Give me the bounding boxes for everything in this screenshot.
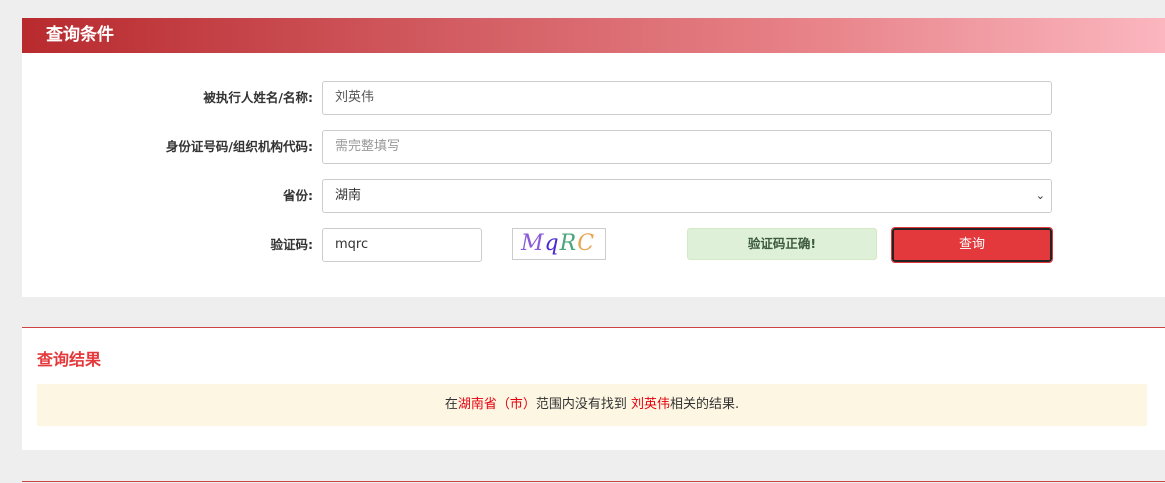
province-value: 湖南 xyxy=(335,188,362,203)
province-label: 省份: xyxy=(283,188,313,203)
search-button[interactable]: 查询 xyxy=(891,227,1053,263)
id-label: 身份证号码/组织机构代码: xyxy=(165,139,313,154)
msg-prefix: 在 xyxy=(444,397,458,412)
query-panel-header: 查询条件 xyxy=(22,18,1165,53)
id-input[interactable]: 需完整填写 xyxy=(322,130,1052,164)
captcha-label: 验证码: xyxy=(270,237,314,252)
captcha-image[interactable]: MqRC xyxy=(512,228,606,260)
result-message: 在湖南省（市）范围内没有找到 刘英伟相关的结果. xyxy=(37,384,1147,426)
province-select[interactable]: 湖南 ⌄ xyxy=(322,179,1052,213)
msg-suffix: 相关的结果. xyxy=(670,397,740,412)
captcha-row: 验证码: mqrc MqRC 验证码正确! 查询 xyxy=(22,227,1165,263)
name-input[interactable]: 刘英伟 xyxy=(322,81,1052,115)
province-row: 省份: 湖南 ⌄ xyxy=(22,179,1165,213)
captcha-input[interactable]: mqrc xyxy=(322,228,482,262)
result-title: 查询结果 xyxy=(37,350,102,369)
query-panel: 查询条件 被执行人姓名/名称: 刘英伟 身份证号码/组织机构代码: 需完整填写 … xyxy=(22,18,1165,297)
name-label: 被执行人姓名/名称: xyxy=(203,90,313,105)
msg-region: 湖南省（市） xyxy=(457,397,536,412)
msg-name: 刘英伟 xyxy=(631,397,671,412)
name-row: 被执行人姓名/名称: 刘英伟 xyxy=(22,81,1165,115)
divider xyxy=(22,481,1165,482)
msg-mid: 范围内没有找到 xyxy=(535,397,631,412)
id-row: 身份证号码/组织机构代码: 需完整填写 xyxy=(22,130,1165,164)
captcha-status: 验证码正确! xyxy=(687,228,877,260)
result-panel: 查询结果 在湖南省（市）范围内没有找到 刘英伟相关的结果. xyxy=(22,328,1165,450)
chevron-down-icon: ⌄ xyxy=(1035,189,1045,202)
